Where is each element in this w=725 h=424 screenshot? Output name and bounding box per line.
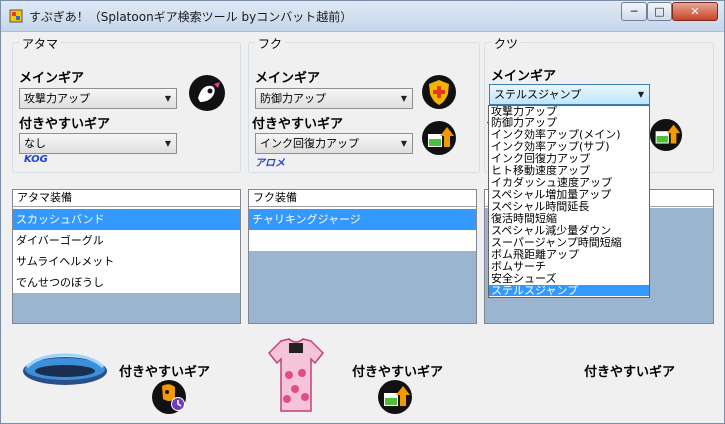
app-gear-icon [9,9,23,23]
group-title-clothes: フク [255,35,286,52]
head-easy-select[interactable]: なし ▼ [19,133,177,154]
head-list-header[interactable]: アタマ装備 [13,190,240,207]
dropdown-option[interactable]: 復活時間短縮 [489,213,649,224]
dropdown-option[interactable]: 攻撃力アップ [489,106,649,117]
chevron-down-icon: ▼ [164,139,171,148]
clothes-main-value: 防御力アップ [260,92,326,105]
headband-image [23,353,107,385]
head-easy-label: 付きやすいギア [19,117,111,132]
ink-recovery-icon [649,118,683,152]
chevron-down-icon: ▼ [164,94,171,103]
app-window: すぷぎあ！（Splatoonギア検索ツール byコンバット越前） ─ □ ✕ ア… [0,0,725,424]
ink-recovery-icon [378,380,412,414]
dropdown-option[interactable]: インク効率アップ(メイン) [489,129,649,140]
dropdown-option[interactable]: ヒト移動速度アップ [489,165,649,176]
defense-up-icon [422,75,456,109]
group-title-head: アタマ [19,35,62,52]
shoes-main-value: ステルスジャンプ [494,88,582,101]
dropdown-option[interactable]: スペシャル時間延長 [489,201,649,212]
clothes-list-header[interactable]: フク装備 [249,190,476,207]
jersey-image [267,338,325,412]
dropdown-option[interactable]: スペシャル増加量アップ [489,189,649,200]
ink-recovery-icon [422,121,456,155]
dropdown-option[interactable]: 防御力アップ [489,117,649,128]
group-head: アタマ メインギア 攻撃力アップ ▼ 付きやすいギア なし ▼ KOG [12,35,241,173]
shoes-main-dropdown[interactable]: 攻撃力アップ 防御力アップ インク効率アップ(メイン) インク効率アップ(サブ)… [488,105,650,298]
dropdown-option[interactable]: ボムサーチ [489,261,649,272]
clothes-main-label: メインギア [255,71,321,86]
shoes-main-label: メインギア [491,69,557,84]
head-main-label: メインギア [19,71,85,86]
list-item[interactable]: ダイバーゴーグル [13,230,240,251]
dropdown-option[interactable]: イカダッシュ速度アップ [489,177,649,188]
dropdown-option[interactable]: ボム飛距離アップ [489,249,649,260]
clothes-gear-list[interactable]: フク装備 チャリキングジャージ [248,189,477,324]
clothes-easy-select[interactable]: インク回復力アップ ▼ [255,133,413,154]
dropdown-option[interactable]: スペシャル減少量ダウン [489,225,649,236]
list-empty-area [249,251,476,323]
list-item[interactable]: でんせつのぼうし [13,272,240,293]
dropdown-option[interactable]: インク回復力アップ [489,153,649,164]
chevron-down-icon: ▼ [400,139,407,148]
list-item[interactable]: スカッシュバンド [13,209,240,230]
head-gear-list[interactable]: アタマ装備 スカッシュバンド ダイバーゴーグル サムライヘルメット でんせつのぼ… [12,189,241,324]
dropdown-option[interactable]: インク効率アップ(サブ) [489,141,649,152]
list-item[interactable]: チャリキングジャージ [249,209,476,230]
chevron-down-icon: ▼ [637,90,644,99]
bottom-clothes-easy-label: 付きやすいギア [352,365,444,380]
title-bar: すぷぎあ！（Splatoonギア検索ツール byコンバット越前） ─ □ ✕ [1,1,724,32]
close-button[interactable]: ✕ [672,2,718,21]
head-main-select[interactable]: 攻撃力アップ ▼ [19,88,177,109]
clothes-brand: アロメ [255,158,285,169]
group-clothes: フク メインギア 防御力アップ ▼ 付きやすいギア インク回復力アップ ▼ アロ… [248,35,480,173]
clothes-main-select[interactable]: 防御力アップ ▼ [255,88,413,109]
clothes-easy-value: インク回復力アップ [260,137,359,150]
head-main-value: 攻撃力アップ [24,92,90,105]
list-item[interactable]: サムライヘルメット [13,251,240,272]
maximize-button[interactable]: □ [647,2,672,21]
minimize-button[interactable]: ─ [621,2,647,21]
shoes-main-select[interactable]: ステルスジャンプ ▼ [489,84,650,105]
clothes-easy-label: 付きやすいギア [252,117,344,132]
list-item-empty [249,230,476,251]
list-empty-area [13,293,240,323]
bottom-shoes-easy-label: 付きやすいギア [584,365,676,380]
dropdown-option[interactable]: 安全シューズ [489,273,649,284]
dropdown-option-selected[interactable]: ステルスジャンプ [489,285,649,296]
special-duration-icon [152,380,186,414]
bottom-head-easy-label: 付きやすいギア [119,365,211,380]
dropdown-option[interactable]: スーパージャンプ時間短縮 [489,237,649,248]
head-brand: KOG [24,154,48,165]
attack-up-icon [189,75,225,111]
chevron-down-icon: ▼ [400,94,407,103]
window-title: すぷぎあ！（Splatoonギア検索ツール byコンバット越前） [29,10,353,24]
head-easy-value: なし [24,137,46,150]
group-title-shoes: クツ [491,35,522,52]
